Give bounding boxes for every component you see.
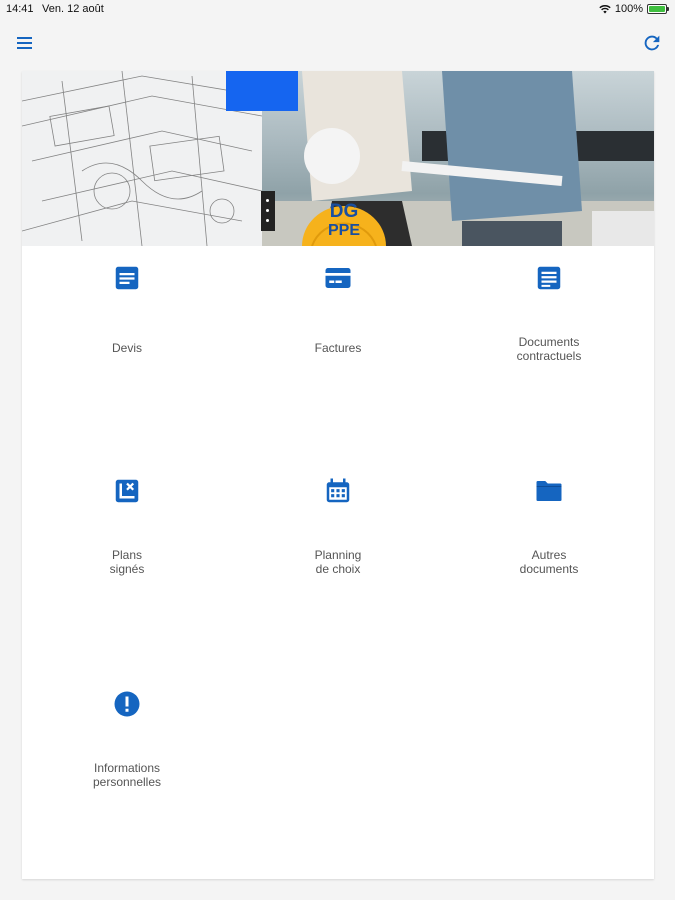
battery-percent: 100% [614,3,643,15]
signed-plan-icon [115,479,139,503]
wifi-icon [599,5,611,14]
tile-factures[interactable]: Factures [233,246,443,459]
folder-icon [536,481,562,501]
tile-label: Informations personnelles [92,761,162,789]
contract-document-icon [537,266,561,290]
app-bar [0,18,675,68]
tile-devis[interactable]: Devis [22,246,232,459]
helmet-logo-line2: PPE [328,222,360,239]
blue-square [226,71,298,111]
banner-image: DG PPE [22,71,654,246]
status-bar: 14:41 Ven. 12 août 100% [0,0,675,18]
workers-photo: DG PPE [262,71,654,246]
menu-icon[interactable] [15,34,35,52]
battery-icon [647,4,669,14]
tile-label: Documents contractuels [516,335,582,363]
status-date: Ven. 12 août [42,3,104,15]
tile-plans-signes[interactable]: Plans signés [22,459,232,672]
tile-label: Planning de choix [314,548,362,576]
tile-label: Devis [111,341,142,355]
tile-label: Plans signés [109,548,145,576]
status-time: 14:41 [6,3,34,15]
tile-autres-documents[interactable]: Autres documents [444,459,654,672]
tile-documents-contractuels[interactable]: Documents contractuels [444,246,654,459]
tile-label: Factures [314,341,362,355]
drag-handle [261,191,275,231]
calendar-icon [326,478,350,503]
status-indicators: 100% [599,3,669,15]
info-icon [114,691,140,717]
invoice-card-icon [325,268,351,288]
tile-informations-personnelles[interactable]: Informations personnelles [22,672,232,885]
tile-label: Autres documents [519,548,579,576]
document-icon [115,266,139,290]
helmet-logo-line1: DG [330,201,359,222]
refresh-icon[interactable] [641,32,663,54]
tile-planning-de-choix[interactable]: Planning de choix [233,459,443,672]
main-card: DG PPE Devis Factures Documents contract… [22,71,654,879]
